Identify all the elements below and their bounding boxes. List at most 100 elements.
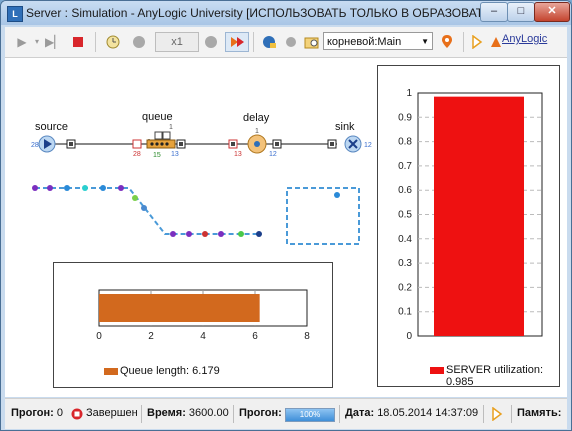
- x-tick-label: 0: [96, 331, 102, 342]
- run-menu-button[interactable]: ▾: [32, 32, 42, 52]
- memory-label: Память:: [517, 407, 562, 419]
- camera-icon: [286, 37, 296, 47]
- y-tick-label: 0.4: [398, 234, 412, 245]
- map-pin-icon: [442, 35, 452, 48]
- queue-block[interactable]: [132, 131, 186, 149]
- queue-length-bar: [99, 294, 260, 322]
- date-value: 18.05.2014 14:37:09: [377, 407, 479, 419]
- toolbar-separator: [253, 32, 254, 52]
- speed-up-icon: [205, 36, 217, 48]
- queue-legend-label: Queue length: 6.179: [120, 365, 220, 377]
- status-separator: [339, 405, 340, 423]
- status-separator: [141, 405, 142, 423]
- y-tick-label: 1: [406, 88, 412, 99]
- speed-down-button[interactable]: [129, 32, 149, 52]
- stop-button[interactable]: [69, 32, 87, 52]
- sink-block[interactable]: [327, 135, 362, 153]
- play-outline-icon: [472, 34, 483, 50]
- location-button[interactable]: [437, 32, 457, 52]
- agent-in-service: [334, 192, 340, 198]
- next-model-button[interactable]: [469, 32, 485, 52]
- time-value: 3600.00: [188, 407, 229, 419]
- toolbar-separator: [463, 32, 464, 52]
- play-icon: ▶: [17, 35, 27, 49]
- title-bar: L Server : Simulation - AnyLogic Univers…: [1, 1, 571, 25]
- speed-down-icon: [133, 36, 145, 48]
- run-number: 0: [56, 407, 63, 419]
- y-tick-label: 0.5: [398, 210, 412, 221]
- clock-slower-icon: [106, 35, 120, 49]
- server-utilization-plot: 0 0.1 0.2 0.3 0.4 0.5 0.6 0.7 0.8 0.9 1: [398, 88, 543, 342]
- y-tick-label: 0.2: [398, 282, 412, 293]
- queue-capacity: 1: [169, 124, 173, 131]
- run-label: Прогон:: [11, 407, 54, 419]
- stop-icon: [73, 37, 83, 47]
- utilization-legend-swatch: [430, 367, 444, 374]
- chevron-down-icon: ▾: [34, 37, 39, 46]
- source-label: source: [35, 121, 69, 133]
- queue-out-count: 13: [171, 151, 179, 158]
- stopped-icon: [71, 408, 83, 420]
- queue-size: 15: [153, 152, 161, 159]
- fast-forward-icon: [231, 37, 244, 47]
- chevron-down-icon: ▼: [421, 37, 429, 46]
- service-area: [286, 187, 360, 245]
- utilization-legend-label: SERVER utilization: 0.985: [446, 364, 544, 388]
- status-separator: [511, 405, 512, 423]
- x-tick-label: 2: [148, 331, 154, 342]
- window-title: Server : Simulation - AnyLogic Universit…: [26, 6, 481, 20]
- model-time: Время: 3600.00: [147, 407, 229, 419]
- anylogic-link[interactable]: AnyLogic: [502, 33, 547, 45]
- queue-length-chart: 0 2 4 6 8 Queue length: 6.179: [53, 262, 333, 388]
- status-separator: [233, 405, 234, 423]
- folder-icon: [304, 37, 319, 49]
- camera-button[interactable]: [281, 32, 301, 52]
- maximize-button[interactable]: □: [507, 2, 535, 22]
- server-utilization-chart: 0 0.1 0.2 0.3 0.4 0.5 0.6 0.7 0.8 0.9 1 SERVER uti…: [377, 65, 560, 388]
- server-utilization-bar: [434, 96, 524, 336]
- delay-in-count: 13: [234, 151, 242, 158]
- progress-label: Прогон:: [239, 407, 282, 419]
- model-canvas: source 28 queue 1 28 15 13 delay 1 13 12…: [5, 58, 567, 397]
- anylogic-app-icon: L: [7, 6, 23, 22]
- delay-count: 1: [255, 128, 259, 135]
- status-bar: Прогон: 0 Завершен Время: 3600.00 Прогон…: [5, 398, 567, 429]
- step-button[interactable]: ▶▏: [45, 32, 63, 52]
- y-tick-label: 0.6: [398, 185, 412, 196]
- application-window: L Server : Simulation - AnyLogic Univers…: [0, 0, 572, 431]
- y-tick-label: 0.8: [398, 137, 412, 148]
- x-tick-label: 8: [304, 331, 310, 342]
- y-tick-label: 0.7: [398, 161, 412, 172]
- time-label: Время:: [147, 407, 186, 419]
- anylogic-logo: [489, 32, 503, 52]
- speed-up-button[interactable]: [201, 32, 221, 52]
- run-button[interactable]: ▶: [13, 32, 31, 52]
- y-tick-label: 0.3: [398, 258, 412, 269]
- experiment-select-value: корневой:Main: [327, 36, 402, 48]
- delay-label: delay: [243, 112, 270, 124]
- experiment-select[interactable]: корневой:Main ▼: [323, 32, 433, 50]
- queue-label: queue: [142, 111, 173, 123]
- navigate-button[interactable]: [259, 32, 279, 52]
- run-status: Прогон: 0: [11, 407, 63, 419]
- queue-legend-swatch: [104, 368, 118, 375]
- source-in-count: 28: [31, 142, 39, 149]
- y-tick-label: 0.9: [398, 112, 412, 123]
- minimize-button[interactable]: –: [480, 2, 508, 22]
- run-progress-bar: 100%: [285, 408, 335, 422]
- agent-path: [35, 187, 261, 235]
- anylogic-logo-icon: [491, 37, 501, 47]
- x-tick-label: 6: [252, 331, 258, 342]
- toolbar-separator: [95, 32, 96, 52]
- navigate-icon: [263, 36, 276, 48]
- sink-in-count: 12: [364, 142, 372, 149]
- step-icon: ▶▏: [45, 35, 64, 49]
- play-outline-icon[interactable]: [491, 407, 503, 421]
- date-label: Дата:: [345, 407, 375, 419]
- sink-label: sink: [335, 121, 355, 133]
- toolbar: ▶ ▾ ▶▏ x1 корневой:Main ▼ AnyLogic: [5, 27, 567, 58]
- virtual-time-toggle[interactable]: [225, 32, 249, 52]
- root-button[interactable]: [303, 32, 321, 52]
- slower-button[interactable]: [103, 32, 123, 52]
- close-button[interactable]: ✕: [534, 2, 570, 22]
